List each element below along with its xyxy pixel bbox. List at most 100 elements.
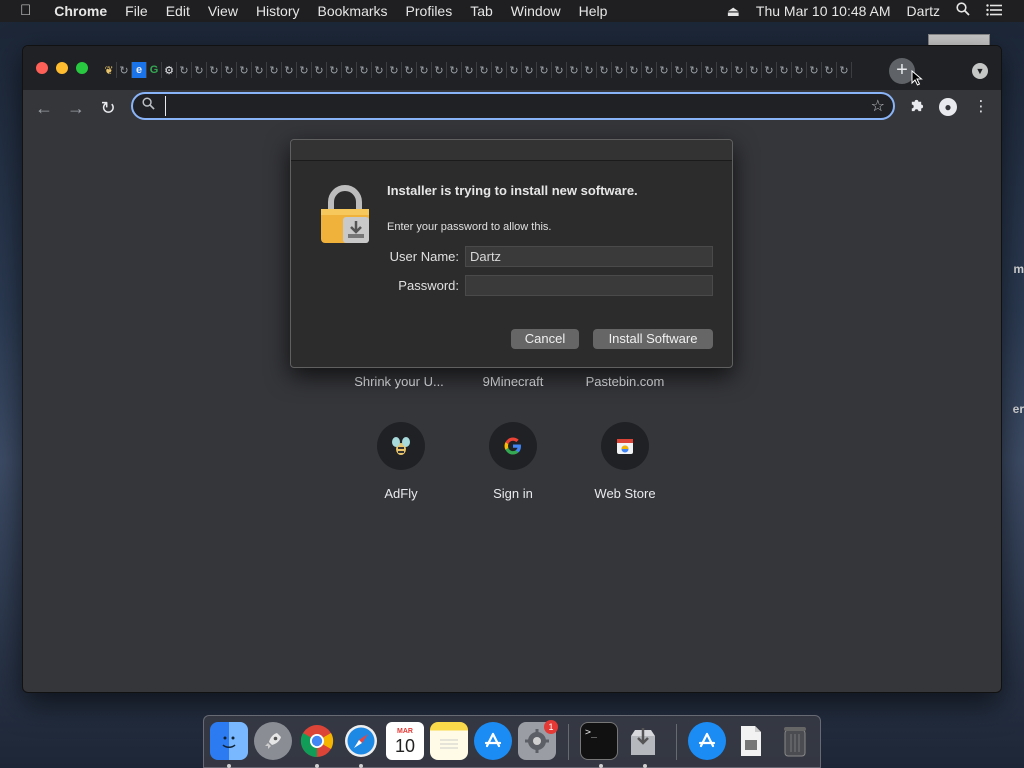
tab-loading-icon[interactable]: ↻ [597, 62, 612, 78]
tab-loading-icon[interactable]: ↻ [777, 62, 792, 78]
tab-loading-icon[interactable]: ↻ [477, 62, 492, 78]
address-bar[interactable]: ☆ [131, 92, 895, 120]
window-maximize-button[interactable] [76, 62, 88, 74]
tab-loading-icon[interactable]: ↻ [732, 62, 747, 78]
tab-loading-icon[interactable]: ↻ [222, 62, 237, 78]
address-input[interactable] [165, 96, 855, 116]
tab-loading-icon[interactable]: ↻ [522, 62, 537, 78]
tab-loading-icon[interactable]: ↻ [627, 62, 642, 78]
bookmark-star-icon[interactable]: ☆ [871, 96, 885, 116]
tab-loading-icon[interactable]: ↻ [462, 62, 477, 78]
profile-avatar-icon[interactable]: ● [939, 98, 957, 116]
tab-loading-icon[interactable]: ↻ [567, 62, 582, 78]
tab-loading-icon[interactable]: ↻ [837, 62, 852, 78]
tab-loading-icon[interactable]: ↻ [702, 62, 717, 78]
tab-loading-icon[interactable]: ↻ [387, 62, 402, 78]
tab-loading-icon[interactable]: ↻ [447, 62, 462, 78]
tab-loading-icon[interactable]: ↻ [357, 62, 372, 78]
notes-icon[interactable] [430, 722, 468, 760]
tab-loading-icon[interactable]: ↻ [492, 62, 507, 78]
tab-loading-icon[interactable]: ↻ [252, 62, 267, 78]
tab-e-favicon[interactable]: e [132, 62, 147, 78]
tab-loading-icon[interactable]: ↻ [177, 62, 192, 78]
menu-user[interactable]: Dartz [899, 0, 948, 22]
menu-history[interactable]: History [247, 0, 309, 22]
tab-loading-icon[interactable]: ↻ [312, 62, 327, 78]
tab-loading-icon[interactable]: ↻ [237, 62, 252, 78]
tab-adfly-favicon[interactable]: ❦ [102, 62, 117, 78]
chrome-menu-icon[interactable]: ⋮ [972, 98, 990, 116]
tab-loading-icon[interactable]: ↻ [417, 62, 432, 78]
tab-g-favicon[interactable]: G [147, 62, 162, 78]
tab-loading-icon[interactable]: ↻ [267, 62, 282, 78]
reload-icon[interactable]: ↻ [96, 96, 120, 120]
chrome-icon[interactable] [298, 722, 336, 760]
tab-loading-icon[interactable]: ↻ [297, 62, 312, 78]
terminal-icon[interactable]: >_ [580, 722, 618, 760]
menu-bookmarks[interactable]: Bookmarks [309, 0, 397, 22]
menu-view[interactable]: View [199, 0, 247, 22]
tab-loading-icon[interactable]: ↻ [657, 62, 672, 78]
google-shortcut-icon[interactable] [489, 422, 537, 470]
forward-arrow-icon[interactable]: → [64, 96, 88, 120]
tab-loading-icon[interactable]: ↻ [402, 62, 417, 78]
trash-icon[interactable] [776, 722, 814, 760]
tab-loading-icon[interactable]: ↻ [117, 62, 132, 78]
tab-loading-icon[interactable]: ↻ [792, 62, 807, 78]
shortcut-name-adfly[interactable]: AdFly [341, 486, 461, 501]
tab-loading-icon[interactable]: ↻ [762, 62, 777, 78]
tab-loading-icon[interactable]: ↻ [582, 62, 597, 78]
password-field[interactable] [465, 275, 713, 296]
menu-tab[interactable]: Tab [461, 0, 502, 22]
tab-loading-icon[interactable]: ↻ [807, 62, 822, 78]
tab-loading-icon[interactable]: ↻ [537, 62, 552, 78]
tab-loading-icon[interactable]: ↻ [747, 62, 762, 78]
shortcut-label-shrink[interactable]: Shrink your U... [339, 374, 459, 389]
extensions-puzzle-icon[interactable] [907, 98, 925, 116]
tab-loading-icon[interactable]: ↻ [687, 62, 702, 78]
adfly-shortcut-icon[interactable] [377, 422, 425, 470]
window-minimize-button[interactable] [56, 62, 68, 74]
safari-compass-icon[interactable] [342, 722, 380, 760]
shortcut-name-sign-in[interactable]: Sign in [453, 486, 573, 501]
calendar-icon[interactable]: MAR 10 [386, 722, 424, 760]
menu-help[interactable]: Help [570, 0, 617, 22]
window-close-button[interactable] [36, 62, 48, 74]
dialog-title-bar[interactable] [291, 140, 732, 161]
launchpad-rocket-icon[interactable] [254, 722, 292, 760]
menu-profiles[interactable]: Profiles [397, 0, 462, 22]
tab-loading-icon[interactable]: ↻ [717, 62, 732, 78]
app-store-downloads-icon[interactable] [688, 722, 726, 760]
tab-loading-icon[interactable]: ↻ [432, 62, 447, 78]
tab-loading-icon[interactable]: ↻ [822, 62, 837, 78]
back-arrow-icon[interactable]: ← [32, 96, 56, 120]
eject-icon[interactable]: ⏏ [719, 0, 748, 22]
tab-loading-icon[interactable]: ↻ [327, 62, 342, 78]
tab-loading-icon[interactable]: ↻ [552, 62, 567, 78]
tab-gear-favicon[interactable]: ⚙ [162, 62, 177, 78]
tab-loading-icon[interactable]: ↻ [372, 62, 387, 78]
spotlight-search-icon[interactable] [948, 0, 978, 22]
tab-loading-icon[interactable]: ↻ [342, 62, 357, 78]
tab-loading-icon[interactable]: ↻ [642, 62, 657, 78]
shortcut-label-9minecraft[interactable]: 9Minecraft [453, 374, 573, 389]
apple-menu-icon[interactable]:  [0, 0, 45, 22]
install-software-button[interactable]: Install Software [593, 329, 713, 349]
finder-icon[interactable] [210, 722, 248, 760]
username-field[interactable] [465, 246, 713, 267]
shortcut-name-web-store[interactable]: Web Store [565, 486, 685, 501]
cancel-button[interactable]: Cancel [511, 329, 579, 349]
menu-file[interactable]: File [116, 0, 157, 22]
menu-edit[interactable]: Edit [157, 0, 199, 22]
app-store-icon[interactable] [474, 722, 512, 760]
menu-window[interactable]: Window [502, 0, 570, 22]
tab-loading-icon[interactable]: ↻ [612, 62, 627, 78]
tab-search-icon[interactable]: ▼ [972, 63, 988, 79]
tab-loading-icon[interactable]: ↻ [672, 62, 687, 78]
menu-clock[interactable]: Thu Mar 10 10:48 AM [748, 0, 899, 22]
tab-loading-icon[interactable]: ↻ [192, 62, 207, 78]
web-store-shortcut-icon[interactable] [601, 422, 649, 470]
document-icon[interactable] [732, 722, 770, 760]
tab-loading-icon[interactable]: ↻ [282, 62, 297, 78]
tab-loading-icon[interactable]: ↻ [207, 62, 222, 78]
